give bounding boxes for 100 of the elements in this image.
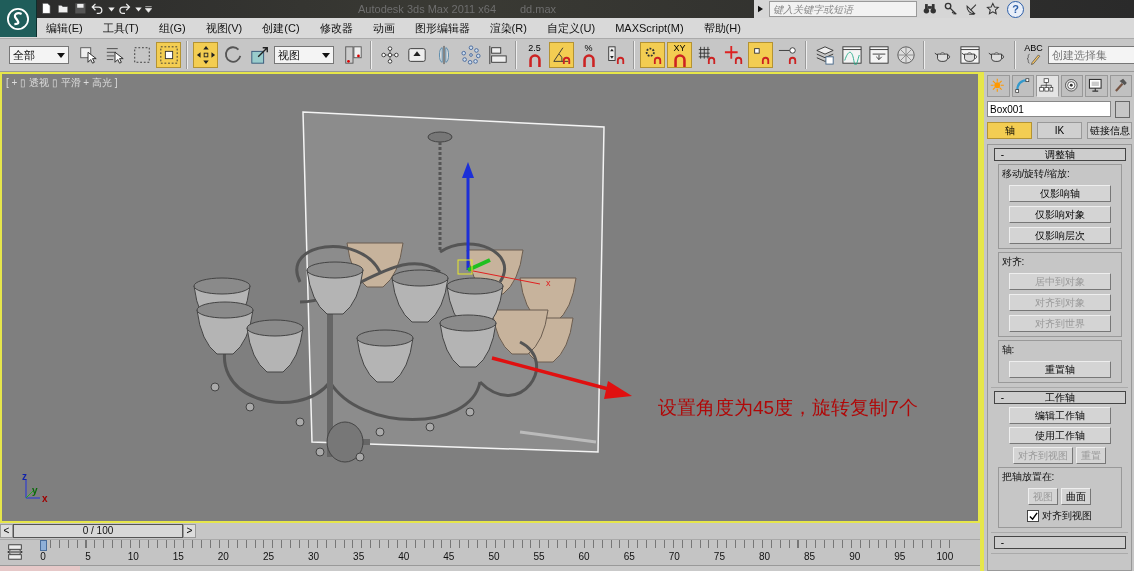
undo-icon bbox=[91, 2, 105, 16]
frame-number: 10 bbox=[126, 551, 140, 563]
timeline-toggle-icon[interactable] bbox=[6, 543, 26, 561]
toolbar-button[interactable]: XY bbox=[667, 42, 692, 68]
panel-tab[interactable] bbox=[1036, 75, 1059, 97]
group-title: 对齐: bbox=[1001, 255, 1025, 269]
toolbar-button[interactable]: 2.5 bbox=[522, 42, 547, 68]
axis-label: x bbox=[546, 278, 551, 288]
axis-label: y bbox=[32, 486, 38, 496]
app-logo-icon[interactable] bbox=[0, 0, 37, 37]
play-icon[interactable] bbox=[758, 5, 763, 13]
monitor-icon bbox=[1088, 78, 1105, 94]
checkbox-label: 对齐到视图 bbox=[1042, 509, 1092, 523]
caret-icon bbox=[135, 5, 142, 13]
align-icon bbox=[487, 45, 508, 65]
frame-number: 75 bbox=[712, 551, 726, 563]
panel-button[interactable]: 使用工作轴 bbox=[1008, 427, 1111, 444]
frame-number: 80 bbox=[757, 551, 772, 563]
rollout-header[interactable]: - 调整轴 bbox=[993, 148, 1126, 161]
menu-item[interactable]: 编辑(E) bbox=[46, 20, 83, 36]
toolbar-button[interactable] bbox=[193, 42, 218, 68]
key-button-icon bbox=[406, 45, 427, 65]
frame-number: 40 bbox=[397, 551, 411, 563]
menu-item[interactable]: 修改器 bbox=[319, 20, 353, 36]
annotation-text: 设置角度为45度，旋转复制7个 bbox=[658, 396, 918, 420]
caret-icon[interactable] bbox=[322, 52, 330, 58]
sub-tab[interactable]: 轴 bbox=[987, 122, 1032, 139]
group-title: 轴: bbox=[1001, 343, 1015, 357]
checker-sphere-icon bbox=[895, 45, 916, 65]
axis-tripod-icon bbox=[22, 478, 42, 502]
search-field[interactable]: 键入关键字或短语 bbox=[769, 1, 917, 17]
layers-icon bbox=[814, 45, 835, 65]
download-window-icon bbox=[868, 45, 889, 65]
object-name-field[interactable]: Box001 bbox=[987, 101, 1111, 117]
panel-button[interactable]: 重置轴 bbox=[1008, 361, 1111, 378]
menu-item[interactable]: 组(G) bbox=[158, 20, 186, 36]
spinner-magnet-icon bbox=[605, 45, 626, 65]
panel-button[interactable]: 仅影响层次 bbox=[1008, 227, 1111, 244]
panel-tab[interactable] bbox=[1085, 75, 1108, 97]
menu-item[interactable]: 自定义(U) bbox=[546, 20, 596, 36]
frame-number: 55 bbox=[532, 551, 546, 563]
dropdown[interactable]: 视图 bbox=[274, 46, 334, 64]
dashed-rectangle-icon bbox=[131, 45, 152, 65]
rollout-header[interactable]: - bbox=[993, 536, 1126, 549]
next-frame-button[interactable]: > bbox=[183, 524, 196, 538]
dashed-cube-icon bbox=[158, 45, 179, 65]
panel-button[interactable]: 仅影响轴 bbox=[1008, 185, 1111, 202]
sun-icon bbox=[990, 78, 1007, 94]
menu-item[interactable]: 图形编辑器 bbox=[414, 20, 470, 36]
menu-item[interactable]: 帮助(H) bbox=[703, 20, 741, 36]
move-icon bbox=[195, 45, 216, 65]
redo-icon bbox=[118, 2, 132, 16]
panel-button[interactable]: 曲面 bbox=[1061, 488, 1091, 505]
frame-number: 90 bbox=[848, 551, 862, 563]
frame-number: 65 bbox=[622, 551, 636, 563]
help-button[interactable]: ? bbox=[1007, 0, 1024, 18]
panel-button[interactable]: 仅影响对象 bbox=[1008, 206, 1111, 223]
teapot-window-icon bbox=[959, 45, 980, 65]
menu-item[interactable]: 工具(T) bbox=[102, 20, 139, 36]
frame-number: 30 bbox=[307, 551, 321, 563]
toolbar-button[interactable]: % bbox=[576, 42, 601, 68]
frame-number: 5 bbox=[84, 551, 92, 563]
binoculars-icon bbox=[923, 1, 938, 17]
list-cursor-icon bbox=[104, 45, 125, 65]
frame-number: 85 bbox=[803, 551, 817, 563]
rollout-header[interactable]: - 工作轴 bbox=[993, 391, 1126, 404]
menu-item[interactable]: 视图(V) bbox=[205, 20, 243, 36]
panel-button[interactable]: 编辑工作轴 bbox=[1008, 407, 1111, 424]
menu-item[interactable]: 动画 bbox=[372, 20, 395, 36]
menu-item[interactable]: MAXScript(M) bbox=[615, 22, 684, 34]
sub-tab[interactable]: 链接信息 bbox=[1087, 122, 1132, 139]
toolbar-button[interactable] bbox=[156, 42, 181, 68]
menu-item[interactable]: 渲染(R) bbox=[489, 20, 527, 36]
current-frame-marker[interactable] bbox=[40, 540, 47, 551]
axis-label: z bbox=[22, 472, 27, 482]
star-icon bbox=[986, 1, 1001, 17]
frame-slider-thumb[interactable]: 0 / 100 bbox=[13, 524, 183, 538]
checkbox[interactable] bbox=[1027, 510, 1039, 522]
previous-frame-button[interactable]: < bbox=[0, 524, 13, 538]
object-color-swatch[interactable] bbox=[1115, 101, 1130, 118]
frame-number: 60 bbox=[577, 551, 591, 563]
magnet-icon bbox=[672, 52, 687, 67]
curve-window-icon bbox=[841, 45, 862, 65]
dots-circle-icon bbox=[460, 45, 481, 65]
pivot-point-icon bbox=[342, 45, 363, 65]
dropdown[interactable]: 全部 bbox=[9, 46, 69, 64]
frame-number: 15 bbox=[171, 551, 185, 563]
axis-gizmo[interactable] bbox=[457, 162, 541, 285]
group-title: 移动/旋转/缩放: bbox=[1001, 167, 1070, 181]
toolbar-button[interactable]: ABC bbox=[1021, 42, 1046, 68]
magnet-icon bbox=[581, 52, 596, 67]
sub-tab[interactable]: IK bbox=[1037, 122, 1082, 139]
dropdown[interactable]: 创建选择集 bbox=[1048, 46, 1134, 64]
caret-icon[interactable] bbox=[57, 52, 65, 58]
menu-item[interactable]: 创建(C) bbox=[262, 20, 300, 36]
toolbar-button[interactable] bbox=[549, 42, 574, 68]
line-magnet-icon bbox=[777, 45, 798, 65]
magnet-icon bbox=[527, 52, 542, 67]
grid-magnet-icon bbox=[696, 45, 717, 65]
frame-number: 50 bbox=[487, 551, 501, 563]
